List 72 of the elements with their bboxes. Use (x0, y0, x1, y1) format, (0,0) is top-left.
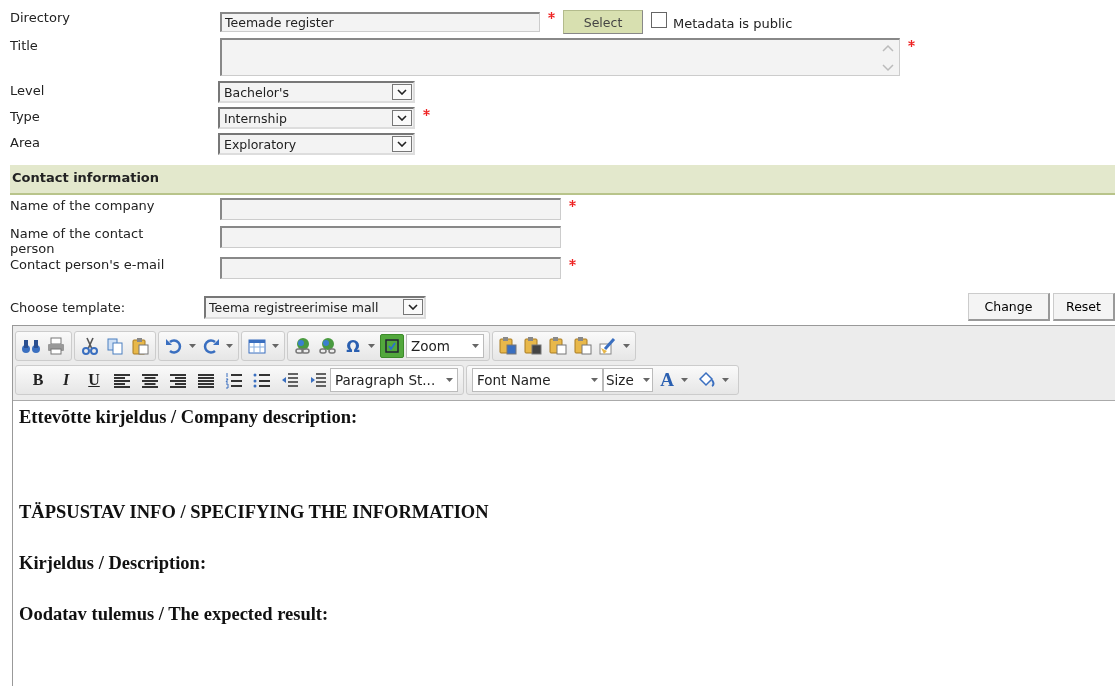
numbered-list-icon[interactable] (224, 370, 244, 390)
font-name-dropdown[interactable]: Font Name (472, 368, 603, 392)
section-header: Contact information (10, 165, 1115, 195)
font-color-button[interactable]: A (657, 369, 677, 391)
scissors-icon[interactable] (80, 336, 100, 356)
select-button[interactable]: Select (563, 10, 643, 34)
dropdown-arrow-icon[interactable] (623, 344, 630, 348)
dropdown[interactable]: Bachelor's (218, 81, 415, 103)
text-field[interactable] (220, 198, 561, 220)
field-label: Level (9, 82, 46, 98)
editor-paragraph: Oodatav tulemus / The expected result: (19, 604, 330, 625)
copy-icon[interactable] (105, 336, 125, 356)
paste-word-icon[interactable] (498, 336, 518, 356)
globe-unlink-icon[interactable] (318, 336, 338, 356)
printer-icon[interactable] (46, 336, 66, 356)
editor-paragraph: TÄPSUSTAV INFO / SPECIFYING THE INFORMATION (19, 502, 490, 523)
paint-bucket-icon[interactable] (696, 370, 716, 390)
dropdown-arrow-icon[interactable] (591, 378, 598, 382)
paragraph-style-dropdown[interactable]: Paragraph St... (330, 368, 458, 392)
show-blocks-button[interactable] (380, 334, 404, 358)
dropdown-arrow-icon[interactable] (446, 378, 453, 382)
checked-square-icon (385, 339, 399, 353)
field-label: Area (9, 134, 41, 150)
chevron-down-icon (397, 141, 407, 147)
bold-button[interactable]: B (28, 371, 48, 389)
outdent-icon[interactable] (280, 370, 300, 390)
dropdown-arrow-icon[interactable] (226, 344, 233, 348)
field-label: Title (9, 38, 39, 53)
dropdown-arrow-icon[interactable] (681, 378, 688, 382)
chevron-down-icon (397, 89, 407, 95)
template-dropdown[interactable]: Teema registreerimise mall (204, 295, 426, 319)
dropdown-arrow-icon[interactable] (189, 344, 196, 348)
undo-icon[interactable] (164, 336, 184, 356)
checkbox[interactable] (651, 12, 667, 28)
checkbox-label: Metadata is public (673, 16, 793, 31)
title-field[interactable] (220, 38, 900, 76)
dropdown-arrow-icon[interactable] (722, 378, 729, 382)
paste-text-icon[interactable] (548, 336, 568, 356)
redo-icon[interactable] (201, 336, 221, 356)
field-label: Name of the company (9, 198, 156, 213)
dropdown-arrow-icon[interactable] (368, 344, 375, 348)
text-field[interactable] (220, 226, 561, 248)
globe-link-icon[interactable] (293, 336, 313, 356)
table-icon[interactable] (247, 336, 267, 356)
font-size-dropdown[interactable]: Size (603, 368, 653, 392)
dropdown[interactable]: Internship (218, 107, 415, 129)
directory-field[interactable]: Teemade register (220, 12, 540, 32)
editor-paragraph: Kirjeldus / Description: (19, 553, 208, 574)
zoom-dropdown[interactable]: Zoom (406, 334, 484, 358)
dropdown[interactable]: Exploratory (218, 133, 415, 155)
dropdown-arrow-icon[interactable] (643, 378, 650, 382)
field-label: Type (9, 108, 41, 124)
text-field[interactable] (220, 257, 561, 279)
special-character-button[interactable]: Ω (343, 336, 363, 356)
paste-html-icon[interactable] (573, 336, 593, 356)
editor-paragraph: Ettevõtte kirjeldus / Company description: (19, 407, 359, 428)
paste-word-icon[interactable] (523, 336, 543, 356)
underline-button[interactable]: U (84, 371, 104, 389)
field-label: Directory (9, 10, 71, 25)
italic-button[interactable]: I (56, 371, 76, 389)
change-button[interactable]: Change (968, 293, 1050, 321)
field-label: Choose template: (9, 299, 127, 315)
brush-icon[interactable] (598, 336, 618, 356)
dropdown-arrow-icon[interactable] (472, 344, 479, 348)
clipboard-icon[interactable] (130, 336, 150, 356)
dropdown-arrow-icon[interactable] (272, 344, 279, 348)
indent-icon[interactable] (308, 370, 328, 390)
field-label: Contact person's e-mail (9, 257, 166, 272)
field-label: Name of the contact person (9, 226, 145, 256)
chevron-down-icon (397, 115, 407, 121)
reset-button[interactable]: Reset (1053, 293, 1115, 321)
chevron-down-icon (408, 304, 418, 310)
